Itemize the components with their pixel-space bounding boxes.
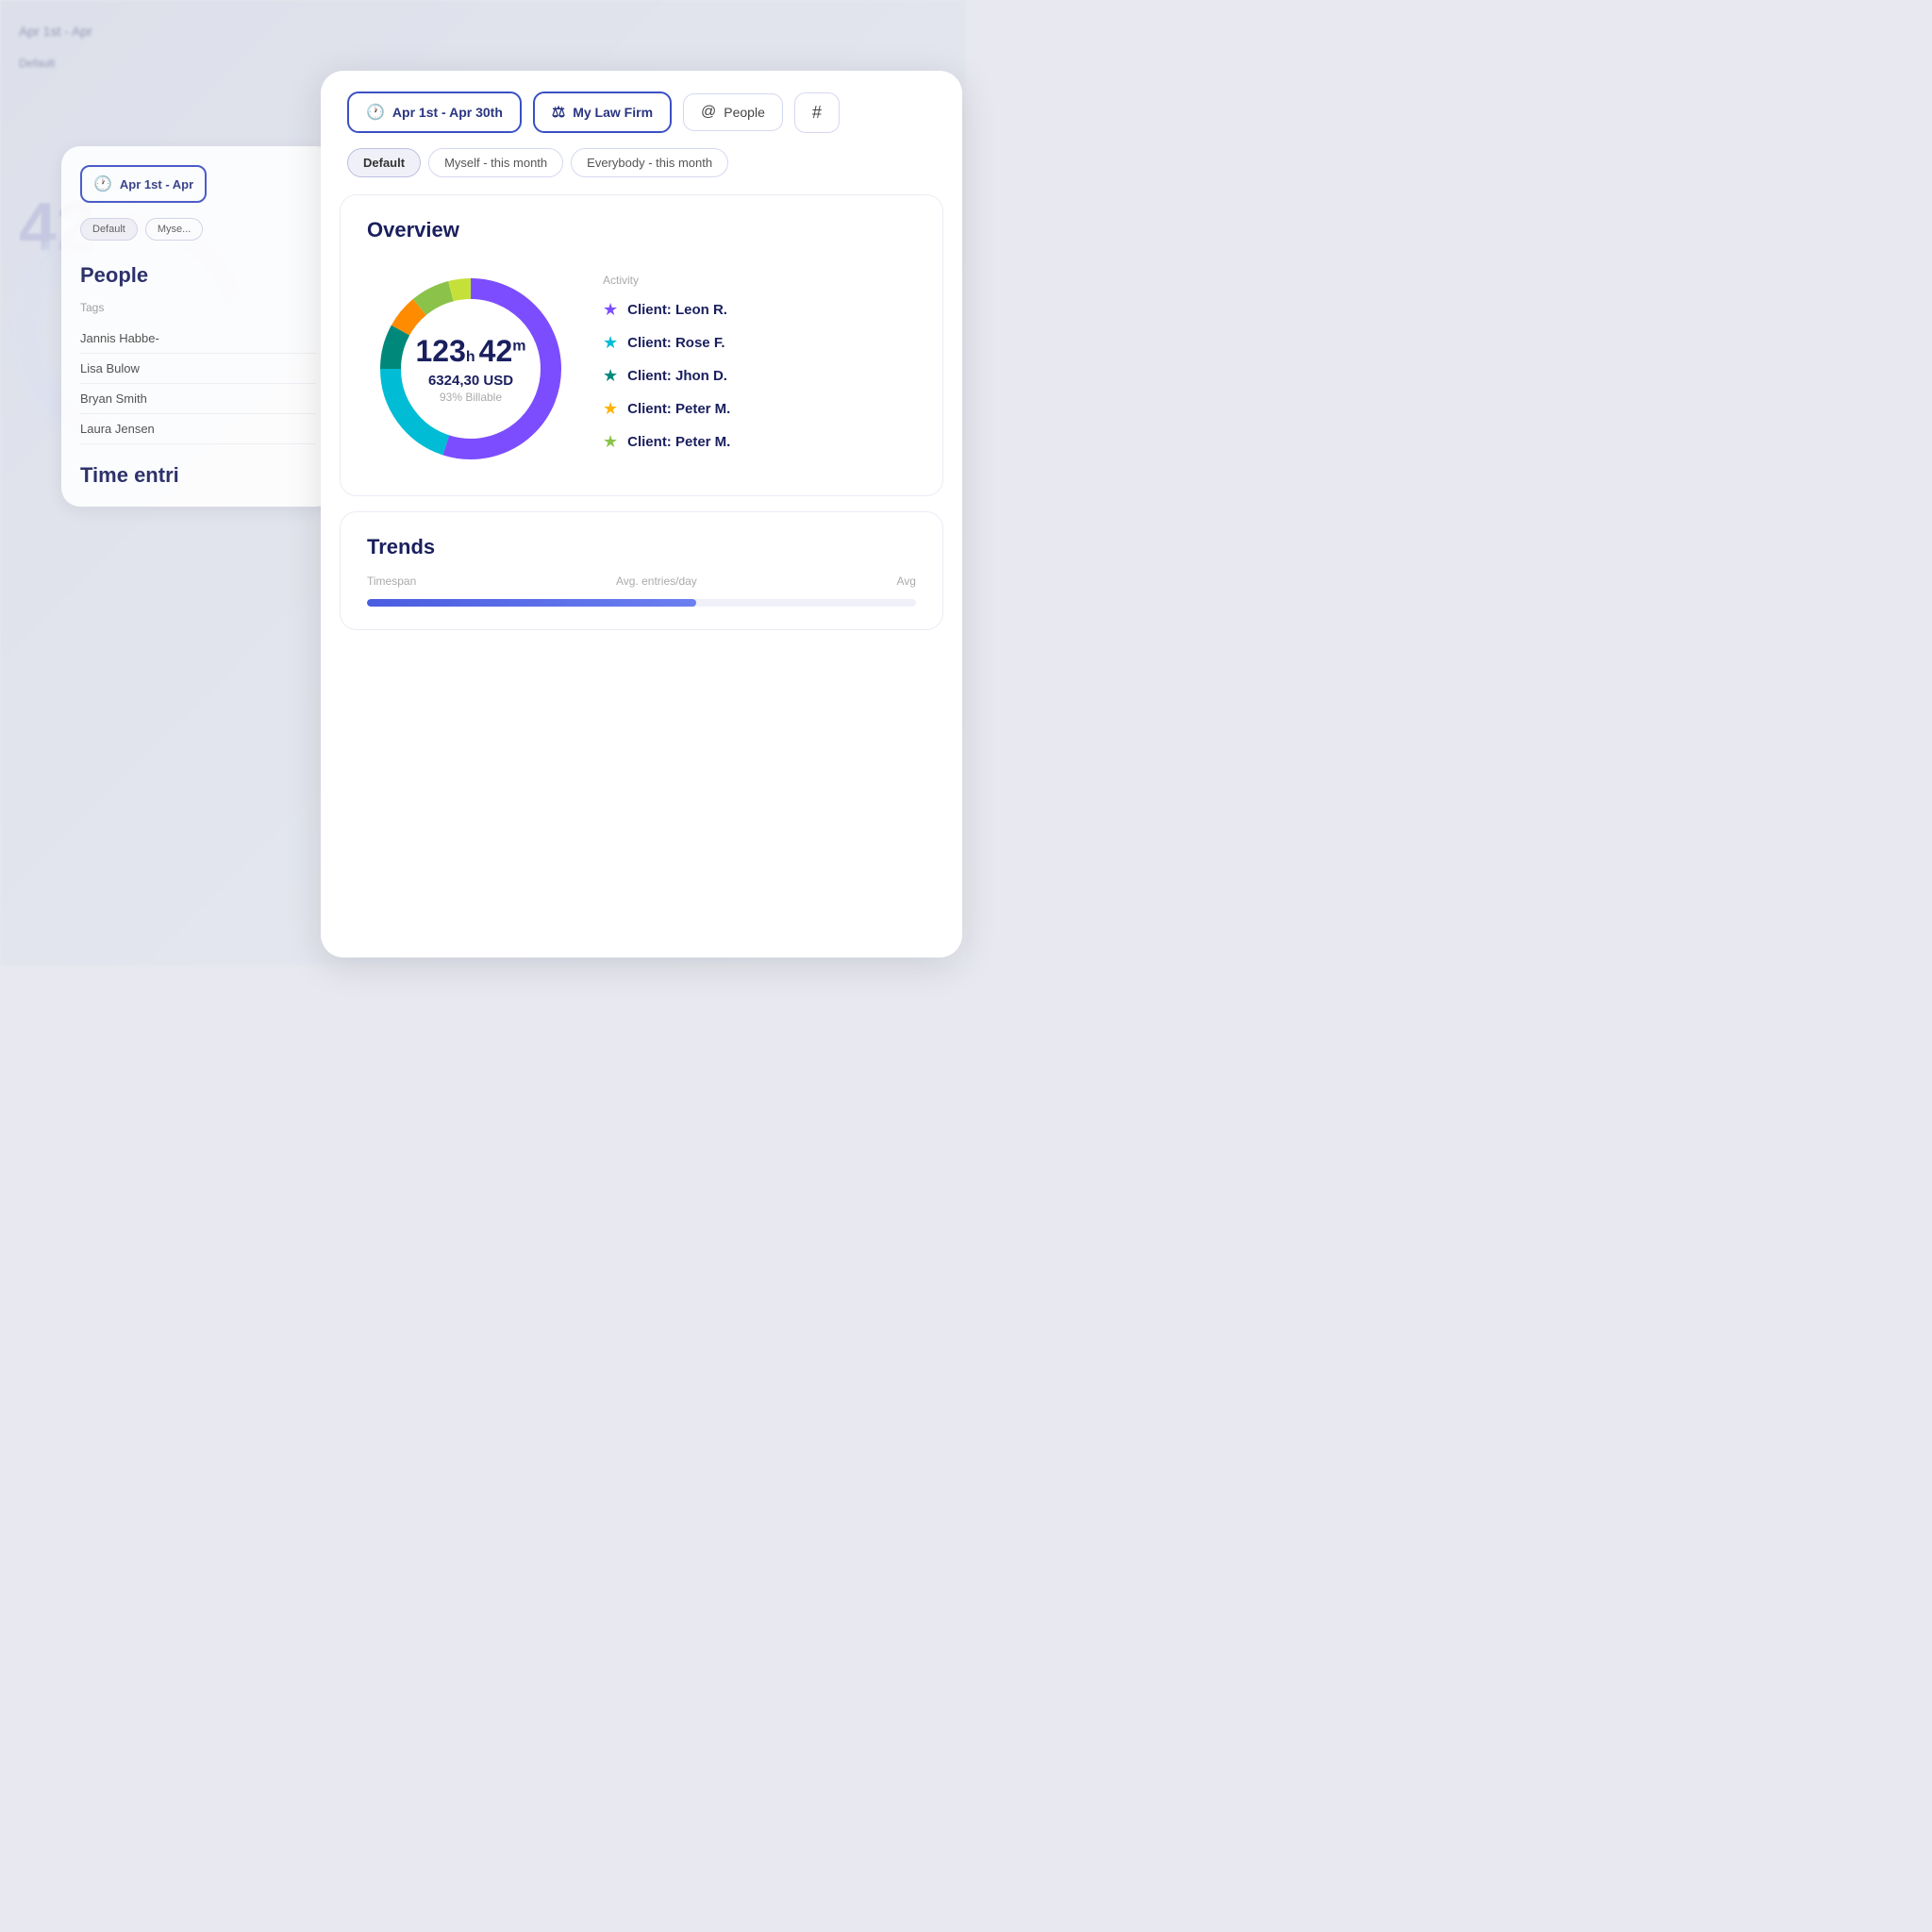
bg-text-2: Default [19,57,55,70]
trends-title: Trends [367,535,916,559]
activity-name-0: Client: Leon R. [627,302,727,318]
people-title: People [80,263,316,288]
firm-button[interactable]: ⚖ My Law Firm [533,92,672,133]
back-panel: 🕐 Apr 1st - Apr Default Myse... People T… [61,146,335,507]
activity-name-3: Client: Peter M. [627,401,730,417]
donut-minutes: 42m [479,334,526,369]
date-range-label: Apr 1st - Apr 30th [392,105,503,120]
person-1[interactable]: Jannis Habbe- [80,324,316,354]
back-filter-row: Default Myse... [80,218,316,241]
activity-item-2: ★ Client: Jhon D. [603,366,916,386]
filter-bar: 🕐 Apr 1st - Apr 30th ⚖ My Law Firm @ Peo… [321,71,962,133]
firm-label: My Law Firm [573,105,653,120]
person-2[interactable]: Lisa Bulow [80,354,316,384]
activity-name-2: Client: Jhon D. [627,368,727,384]
activity-item-1: ★ Client: Rose F. [603,333,916,353]
donut-hours: 123h [416,336,475,366]
overview-title: Overview [367,218,916,242]
bg-text-1: Apr 1st - Apr [19,24,92,39]
timespan-label: Timespan [367,575,416,588]
tab-myself[interactable]: Myself - this month [428,148,563,177]
donut-center: 123h 42m 6324,30 USD 93% Billable [416,334,526,404]
overview-body: 123h 42m 6324,30 USD 93% Billable Activi… [367,265,916,473]
person-3[interactable]: Bryan Smith [80,384,316,414]
at-icon: @ [701,104,716,121]
activity-item-4: ★ Client: Peter M. [603,432,916,452]
tab-everybody[interactable]: Everybody - this month [571,148,728,177]
activity-name-1: Client: Rose F. [627,335,724,351]
people-button[interactable]: @ People [683,93,783,131]
trends-bar-wrap [367,599,916,607]
avg2-label: Avg [897,575,916,588]
star-icon-1: ★ [603,333,618,353]
star-icon-4: ★ [603,432,618,452]
back-filter-myself[interactable]: Myse... [145,218,203,241]
activity-item-0: ★ Client: Leon R. [603,300,916,320]
trends-bar [367,599,696,607]
hash-icon: # [812,103,822,123]
main-panel: 🕐 Apr 1st - Apr 30th ⚖ My Law Firm @ Peo… [321,71,962,958]
view-tabs: Default Myself - this month Everybody - … [321,133,962,177]
time-section-title: Time entri [80,463,316,488]
back-filter-default[interactable]: Default [80,218,138,241]
donut-usd: 6324,30 USD [416,373,526,389]
activity-label: Activity [603,274,916,287]
hash-button[interactable]: # [794,92,840,133]
star-icon-3: ★ [603,399,618,419]
time-section: Time entri [80,463,316,488]
clock-icon: 🕐 [93,175,112,193]
star-icon-0: ★ [603,300,618,320]
donut-chart: 123h 42m 6324,30 USD 93% Billable [367,265,575,473]
activity-name-4: Client: Peter M. [627,434,730,450]
scale-icon: ⚖ [552,103,565,122]
date-range-button[interactable]: 🕐 Apr 1st - Apr 30th [347,92,522,133]
overview-card: Overview [340,194,943,496]
clock-icon: 🕐 [366,103,385,122]
trends-card: Trends Timespan Avg. entries/day Avg [340,511,943,630]
back-panel-date[interactable]: 🕐 Apr 1st - Apr [80,165,207,203]
activity-item-3: ★ Client: Peter M. [603,399,916,419]
activity-list: Activity ★ Client: Leon R. ★ Client: Ros… [603,274,916,465]
star-icon-2: ★ [603,366,618,386]
back-panel-date-text: Apr 1st - Apr [120,177,193,192]
people-label: People [724,105,765,120]
tab-default[interactable]: Default [347,148,421,177]
tags-label: Tags [80,301,316,314]
trends-header: Timespan Avg. entries/day Avg [367,575,916,588]
people-section: People Tags Jannis Habbe- Lisa Bulow Bry… [80,263,316,444]
person-4[interactable]: Laura Jensen [80,414,316,444]
donut-billable: 93% Billable [416,391,526,404]
avg-entries-label: Avg. entries/day [616,575,697,588]
